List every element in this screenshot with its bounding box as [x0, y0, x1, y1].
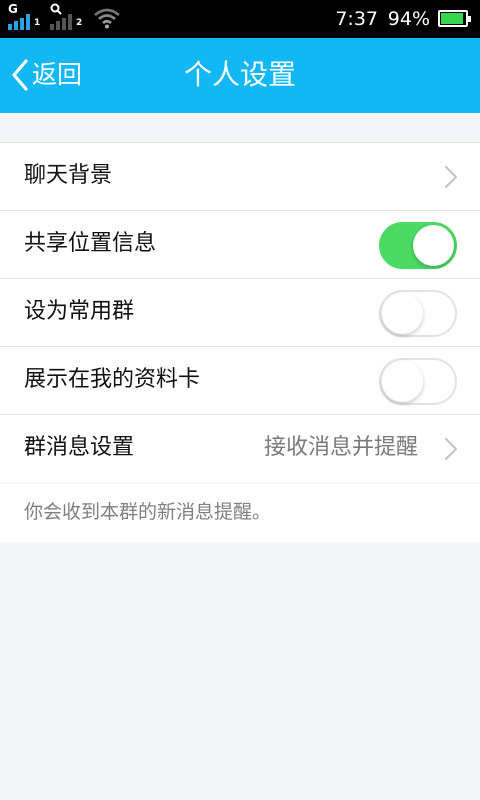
- chevron-right-icon: [444, 165, 458, 189]
- nav-header: 返回 个人设置: [0, 38, 480, 113]
- setting-label: 共享位置信息: [24, 231, 157, 256]
- sim1-network-type: G: [8, 2, 18, 16]
- setting-label: 设为常用群: [24, 299, 135, 324]
- settings-list: 聊天背景 共享位置信息 设为常用群 展示在我的资料卡 群消息设置 接收消息并提醒: [0, 142, 480, 483]
- sim2-number: 2: [76, 18, 83, 28]
- battery-percent: 94%: [387, 8, 430, 30]
- wifi-icon: [94, 8, 120, 29]
- show-on-profile-toggle[interactable]: [379, 358, 457, 405]
- setting-frequent-group: 设为常用群: [0, 279, 480, 347]
- note-text: 你会收到本群的新消息提醒。: [24, 501, 272, 523]
- battery-icon: [438, 10, 471, 27]
- share-location-toggle[interactable]: [379, 222, 457, 269]
- setting-label: 群消息设置: [24, 435, 135, 460]
- battery-fill: [441, 13, 464, 24]
- chevron-right-icon: [444, 437, 458, 461]
- toggle-knob: [413, 225, 454, 266]
- toggle-knob: [382, 293, 423, 334]
- sim1-number: 1: [34, 18, 41, 28]
- toggle-knob: [382, 361, 423, 402]
- sim2-signal: 2: [48, 3, 84, 35]
- setting-group-message[interactable]: 群消息设置 接收消息并提醒: [0, 415, 480, 483]
- page-title: 个人设置: [183, 58, 296, 91]
- clock-time: 7:37: [335, 8, 378, 30]
- sim1-signal: G 1: [6, 3, 42, 35]
- setting-label: 展示在我的资料卡: [24, 367, 201, 392]
- setting-chat-background[interactable]: 聊天背景: [0, 143, 480, 211]
- search-signal-icon: [50, 3, 62, 15]
- settings-note: 你会收到本群的新消息提醒。: [0, 484, 480, 542]
- setting-value: 接收消息并提醒: [263, 435, 418, 460]
- status-bar: G 1 2 7:37 94%: [0, 0, 480, 38]
- setting-label: 聊天背景: [24, 163, 113, 188]
- setting-show-on-profile: 展示在我的资料卡: [0, 347, 480, 415]
- frequent-group-toggle[interactable]: [379, 290, 457, 337]
- setting-share-location: 共享位置信息: [0, 211, 480, 279]
